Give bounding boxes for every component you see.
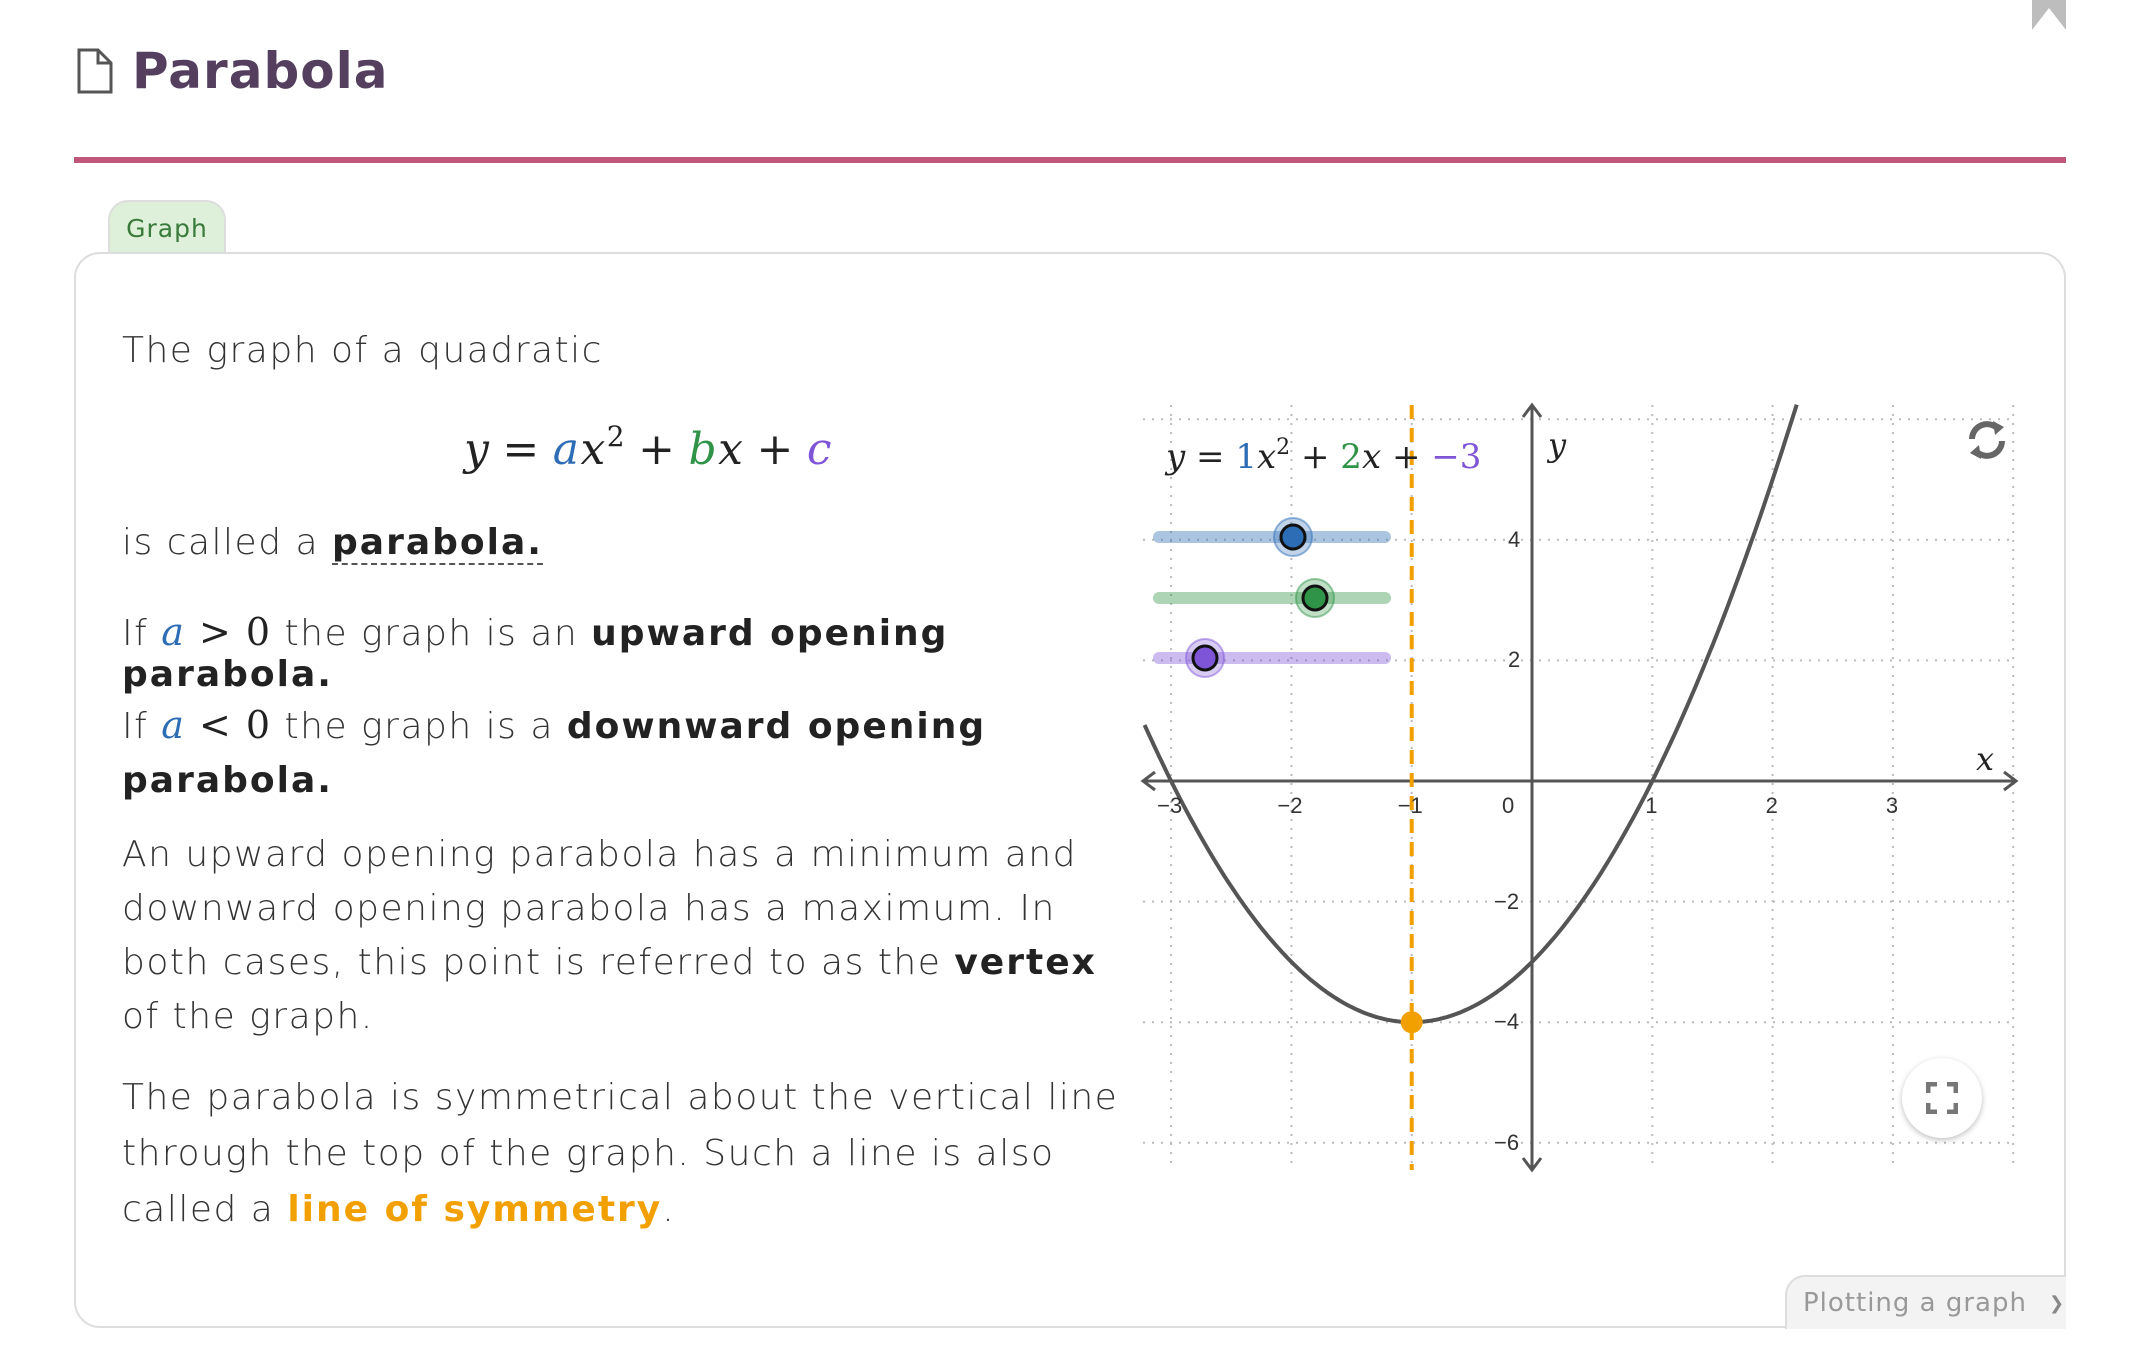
y-axis-label: y: [1548, 426, 1567, 464]
upward-if: If: [122, 613, 162, 654]
symmetry-post: .: [662, 1189, 676, 1230]
refresh-icon[interactable]: [1962, 415, 2012, 465]
formula-plus: +: [638, 424, 677, 475]
vertex-point[interactable]: [1400, 1011, 1423, 1034]
formula-x2: x: [718, 424, 745, 475]
fullscreen-icon: [1926, 1082, 1958, 1114]
downward-relation: < 0: [185, 703, 272, 747]
definition-prefix: is called a: [122, 522, 333, 563]
formula-exponent: 2: [606, 420, 627, 453]
formula-plus2: +: [756, 424, 795, 475]
symmetry-paragraph: The parabola is symmetrical about the ve…: [122, 1070, 1132, 1238]
bookmark-icon[interactable]: [2032, 0, 2066, 30]
line-of-symmetry-link[interactable]: line of symmetry: [287, 1189, 662, 1230]
formula-y: y: [464, 424, 491, 475]
page-title: Parabola: [132, 42, 389, 100]
parabola-glossary-link[interactable]: parabola.: [332, 522, 543, 565]
document-icon: [77, 48, 113, 94]
downward-rule: If a < 0 the graph is a downward opening…: [122, 698, 1022, 808]
vertex-paragraph: An upward opening parabola has a minimum…: [122, 828, 1132, 1044]
y-tick-label: −2: [1494, 888, 1520, 915]
x-axis-label: x: [1976, 740, 1995, 778]
eq-plus: +: [1300, 437, 1330, 477]
x-tick-label: 1: [1645, 793, 1658, 818]
x-tick-label: 0: [1502, 793, 1515, 818]
eq-x: x: [1256, 437, 1277, 477]
y-tick-label: 2: [1508, 647, 1521, 674]
fullscreen-button[interactable]: [1902, 1058, 1982, 1138]
quadratic-formula: y = ax2 + bx + c: [464, 420, 833, 475]
x-tick-label: −3: [1157, 793, 1183, 818]
x-tick-label: 3: [1885, 793, 1899, 818]
eq-plus2: +: [1391, 437, 1421, 477]
eq-b-value: 2: [1340, 437, 1362, 477]
downward-if: If: [122, 706, 162, 747]
chevron-down-icon: ❯: [2048, 1292, 2066, 1314]
eq-c-value: −3: [1431, 437, 1482, 477]
title-divider: [74, 157, 2066, 163]
eq-y: y: [1166, 437, 1186, 477]
eq-exponent: 2: [1276, 435, 1291, 460]
vertex-term: vertex: [954, 942, 1097, 983]
vertex-post: of the graph.: [122, 996, 374, 1037]
formula-a: a: [552, 424, 581, 475]
y-tick-label: 4: [1508, 526, 1521, 553]
upward-relation: > 0: [185, 610, 272, 654]
downward-mid: the graph is a: [271, 706, 567, 747]
upward-rule: If a > 0 the graph is an upward opening …: [122, 610, 1132, 695]
vertex-pre: An upward opening parabola has a minimum…: [122, 834, 1077, 983]
eq-x2: x: [1361, 437, 1382, 477]
y-tick-label: −6: [1494, 1129, 1520, 1156]
formula-c: c: [806, 424, 834, 475]
slider-handle-b[interactable]: [1301, 584, 1329, 612]
eq-a-value: 1: [1235, 437, 1257, 477]
formula-eq: =: [502, 424, 541, 475]
upward-mid: the graph is an: [271, 613, 592, 654]
topic-dropdown[interactable]: Plotting a graph ❯: [1785, 1275, 2066, 1329]
dropdown-label: Plotting a graph: [1803, 1288, 2027, 1318]
tab-graph-label: Graph: [126, 213, 208, 243]
parabola-definition: is called a parabola.: [122, 522, 543, 565]
y-tick-label: −4: [1494, 1009, 1520, 1036]
eq-equals: =: [1196, 437, 1225, 477]
formula-x: x: [580, 424, 607, 475]
downward-var-a: a: [161, 703, 186, 747]
x-tick-label: −1: [1397, 793, 1423, 818]
slider-handle-c[interactable]: [1191, 644, 1219, 672]
x-tick-label: −2: [1277, 793, 1303, 818]
graph-equation: y = 1x2 + 2x + −3: [1166, 435, 1481, 477]
intro-text: The graph of a quadratic: [122, 330, 603, 371]
upward-var-a: a: [161, 610, 186, 654]
slider-handle-a[interactable]: [1279, 523, 1307, 551]
tab-graph[interactable]: Graph: [108, 200, 226, 254]
x-tick-label: 2: [1765, 793, 1778, 818]
formula-b: b: [688, 424, 719, 475]
page-header: Parabola: [76, 42, 388, 100]
